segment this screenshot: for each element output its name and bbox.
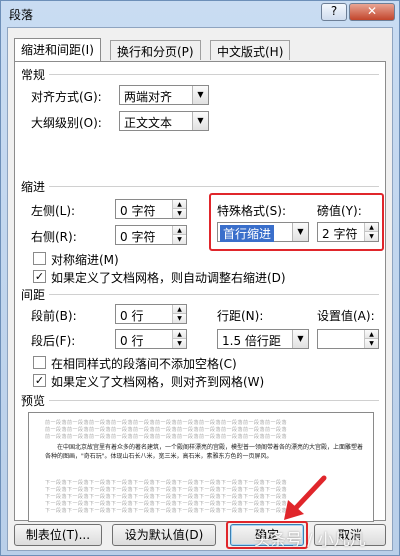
red-arrow-icon: [284, 475, 327, 520]
spacing-before-value: 0 行: [120, 309, 144, 323]
indent-by-value: 2 字符: [322, 227, 358, 241]
chevron-down-icon[interactable]: ▼: [192, 112, 208, 130]
preview-next-line: 下一段落下一段落下一段落下一段落下一段落下一段落下一段落下一段落下一段落下一段落…: [45, 508, 288, 514]
spacing-after-spinner[interactable]: 0 行 ▲ ▼: [115, 329, 187, 349]
dialog-title: 段落: [9, 8, 34, 22]
special-format-value: 首行缩进: [220, 225, 275, 242]
tab-indents-spacing[interactable]: 缩进和间距(I): [14, 38, 101, 61]
spin-up-icon[interactable]: ▲: [365, 330, 378, 339]
no-space-same-style-label: 在相同样式的段落间不添加空格(C): [51, 357, 237, 371]
snap-to-grid-label: 如果定义了文档网格，则对齐到网格(W): [51, 375, 265, 389]
spinner-buttons: ▲ ▼: [172, 330, 186, 348]
spacing-section-title: 间距: [21, 288, 46, 302]
indent-by-label: 磅值(Y):: [317, 204, 362, 218]
preview-previous-line: 前一段落前一段落前一段落前一段落前一段落前一段落前一段落前一段落前一段落前一段落…: [45, 434, 288, 440]
outline-level-label: 大纲级别(O):: [31, 116, 102, 130]
paragraph-dialog: 段落 ? ✕ 缩进和间距(I) 换行和分页(P) 中文版式(H) 常规 对齐方式…: [0, 0, 400, 556]
tab-asian-typography[interactable]: 中文版式(H): [210, 40, 291, 60]
indent-right-spinner[interactable]: 0 字符 ▲ ▼: [115, 225, 187, 245]
indent-by-spinner[interactable]: 2 字符 ▲ ▼: [317, 222, 379, 242]
preview-next-line: 下一段落下一段落下一段落下一段落下一段落下一段落下一段落下一段落下一段落下一段落…: [45, 480, 288, 486]
preview-next-line: 下一段落下一段落下一段落下一段落下一段落下一段落下一段落下一段落下一段落下一段落…: [45, 501, 288, 507]
alignment-value: 两端对齐: [124, 90, 173, 104]
divider: [49, 186, 379, 187]
help-button[interactable]: ?: [321, 3, 347, 21]
indents-spacing-panel: 常规 对齐方式(G): 两端对齐 ▼ 大纲级别(O): 正文文本 ▼ 缩进 左侧…: [14, 61, 386, 522]
indent-left-value: 0 字符: [120, 204, 156, 218]
spinner-buttons: ▲ ▼: [364, 223, 378, 241]
auto-adjust-indent-checkbox[interactable]: ✓: [33, 270, 46, 283]
line-spacing-label: 行距(N):: [217, 309, 264, 323]
spacing-after-value: 0 行: [120, 334, 144, 348]
outline-level-select[interactable]: 正文文本 ▼: [119, 111, 209, 131]
spin-up-icon[interactable]: ▲: [173, 330, 186, 339]
spinner-buttons: ▲ ▼: [172, 226, 186, 244]
preview-sample-paragraph: 在中国北京故宫里有着众多的著名建筑，一个殿阁样漂亮的宫殿，模型普一领阁带着各的漂…: [45, 443, 363, 461]
divider: [49, 74, 379, 75]
indent-section-title: 缩进: [21, 180, 46, 194]
spin-down-icon[interactable]: ▼: [173, 209, 186, 218]
spin-up-icon[interactable]: ▲: [365, 223, 378, 232]
spin-down-icon[interactable]: ▼: [173, 314, 186, 323]
indent-right-value: 0 字符: [120, 230, 156, 244]
outline-level-value: 正文文本: [124, 116, 173, 130]
spacing-after-label: 段后(F):: [31, 334, 76, 348]
preview-previous-line: 前一段落前一段落前一段落前一段落前一段落前一段落前一段落前一段落前一段落前一段落…: [45, 427, 288, 433]
snap-to-grid-checkbox[interactable]: ✓: [33, 374, 46, 387]
dialog-body: 缩进和间距(I) 换行和分页(P) 中文版式(H) 常规 对齐方式(G): 两端…: [7, 27, 393, 551]
watermark-text: 头条号 / 小凡凡: [254, 530, 366, 549]
preview-sample-text: 在中国北京故宫里有着众多的著名建筑，一个殿阁样漂亮的宫殿，模型普一领阁带着各的漂…: [45, 444, 364, 460]
spin-up-icon[interactable]: ▲: [173, 226, 186, 235]
alignment-select[interactable]: 两端对齐 ▼: [119, 85, 209, 105]
chevron-down-icon[interactable]: ▼: [192, 86, 208, 104]
mirror-indents-label: 对称缩进(M): [51, 253, 119, 267]
spin-down-icon[interactable]: ▼: [365, 232, 378, 241]
line-spacing-value: 1.5 倍行距: [222, 334, 281, 348]
indent-right-label: 右侧(R):: [31, 230, 77, 244]
line-spacing-select[interactable]: 1.5 倍行距 ▼: [217, 329, 309, 349]
spin-down-icon[interactable]: ▼: [173, 235, 186, 244]
auto-adjust-indent-label: 如果定义了文档网格，则自动调整右缩进(D): [51, 271, 286, 285]
indent-left-label: 左侧(L):: [31, 204, 76, 218]
indent-left-spinner[interactable]: 0 字符 ▲ ▼: [115, 199, 187, 219]
divider: [49, 294, 379, 295]
alignment-label: 对齐方式(G):: [31, 90, 102, 104]
set-default-button[interactable]: 设为默认值(D): [112, 524, 216, 546]
preview-section-title: 预览: [21, 394, 46, 408]
title-bar: 段落 ? ✕: [1, 1, 399, 27]
preview-previous-line: 前一段落前一段落前一段落前一段落前一段落前一段落前一段落前一段落前一段落前一段落…: [45, 420, 288, 426]
tab-line-page-breaks[interactable]: 换行和分页(P): [110, 40, 201, 60]
no-space-same-style-checkbox[interactable]: [33, 356, 46, 369]
close-button[interactable]: ✕: [349, 3, 395, 21]
chevron-down-icon[interactable]: ▼: [292, 330, 308, 348]
tabs-button[interactable]: 制表位(T)...: [14, 524, 102, 546]
spacing-at-spinner[interactable]: ▲ ▼: [317, 329, 379, 349]
spacing-before-label: 段前(B):: [31, 309, 77, 323]
spin-down-icon[interactable]: ▼: [173, 339, 186, 348]
special-format-select[interactable]: 首行缩进 ▼: [217, 222, 309, 242]
general-section-title: 常规: [21, 68, 46, 82]
divider: [49, 400, 379, 401]
spinner-buttons: ▲ ▼: [172, 200, 186, 218]
spacing-before-spinner[interactable]: 0 行 ▲ ▼: [115, 304, 187, 324]
spin-up-icon[interactable]: ▲: [173, 200, 186, 209]
spin-up-icon[interactable]: ▲: [173, 305, 186, 314]
spinner-buttons: ▲ ▼: [364, 330, 378, 348]
spin-down-icon[interactable]: ▼: [365, 339, 378, 348]
mirror-indents-checkbox[interactable]: [33, 252, 46, 265]
spacing-at-label: 设置值(A):: [317, 309, 375, 323]
preview-next-line: 下一段落下一段落下一段落下一段落下一段落下一段落下一段落下一段落下一段落下一段落…: [45, 494, 288, 500]
spinner-buttons: ▲ ▼: [172, 305, 186, 323]
chevron-down-icon[interactable]: ▼: [292, 223, 308, 241]
preview-next-line: 下一段落下一段落下一段落下一段落下一段落下一段落下一段落下一段落下一段落下一段落…: [45, 487, 288, 493]
special-format-label: 特殊格式(S):: [217, 204, 287, 218]
